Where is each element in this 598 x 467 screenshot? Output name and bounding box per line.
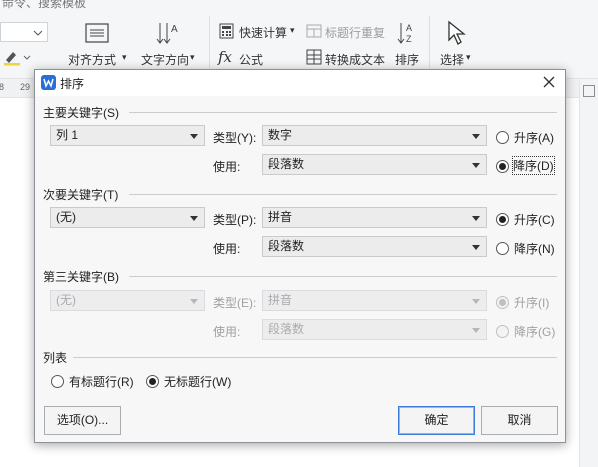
secondary-ascending-label[interactable]: 升序(C) <box>514 211 555 228</box>
text-direction-icon[interactable]: A <box>155 20 181 46</box>
no-header-radio[interactable] <box>146 375 159 388</box>
ruler-number: 29 <box>20 82 31 92</box>
secondary-use-value: 段落数 <box>268 239 305 253</box>
third-key-value: (无) <box>56 293 76 307</box>
quick-calc-icon[interactable] <box>219 23 235 39</box>
quick-calc-label[interactable]: 快速计算 <box>239 24 287 41</box>
primary-type-label: 类型(Y): <box>213 131 257 145</box>
primary-type-select[interactable]: 数字 <box>262 125 487 146</box>
primary-ascending-label[interactable]: 升序(A) <box>514 129 554 146</box>
third-use-select[interactable]: 段落数 <box>262 319 487 340</box>
dialog-titlebar[interactable]: 排序 <box>35 70 565 96</box>
repeat-header-label[interactable]: 标题行重复 <box>325 24 385 41</box>
convert-text-label[interactable]: 转换成文本 <box>325 51 385 68</box>
chevron-down-icon <box>190 216 198 221</box>
chevron-down-icon <box>472 245 480 250</box>
sort-label[interactable]: 排序 <box>395 51 419 68</box>
secondary-key-select[interactable]: (无) <box>50 207 205 228</box>
primary-use-value: 段落数 <box>268 157 305 171</box>
third-key-select[interactable]: (无) <box>50 290 205 311</box>
formula-icon[interactable]: fx <box>218 48 232 66</box>
third-use-label: 使用: <box>213 325 241 339</box>
ribbon-toolbar: 命令、搜索模板 对齐方式 ▾ A 文字方向 ▾ 快速计算 ▾ fx 公式 标题行… <box>0 0 598 79</box>
ruler-number: 8 <box>0 82 5 92</box>
select-cursor-icon[interactable] <box>446 20 468 46</box>
secondary-key-value: (无) <box>56 210 76 224</box>
chevron-down-icon: ▾ <box>466 52 471 62</box>
has-header-radio[interactable] <box>51 375 64 388</box>
chevron-down-icon: ▾ <box>122 52 127 62</box>
align-label[interactable]: 对齐方式 <box>68 51 116 68</box>
primary-type-value: 数字 <box>268 128 293 142</box>
sort-icon[interactable]: A Z <box>395 20 419 46</box>
secondary-descending-radio[interactable] <box>496 242 509 255</box>
has-header-label[interactable]: 有标题行(R) <box>69 373 134 390</box>
svg-text:A: A <box>171 24 178 35</box>
ribbon-divider <box>209 16 210 68</box>
chevron-down-icon <box>33 30 43 36</box>
group-divider <box>129 112 557 113</box>
third-type-select[interactable]: 拼音 <box>262 290 487 311</box>
highlight-pen-icon[interactable] <box>2 48 32 66</box>
secondary-use-select[interactable]: 段落数 <box>262 236 487 257</box>
third-ascending-radio[interactable] <box>496 296 509 309</box>
vertical-scrollbar[interactable] <box>579 79 598 467</box>
third-use-value: 段落数 <box>268 322 305 336</box>
cancel-button[interactable]: 取消 <box>481 406 558 435</box>
style-dropdown[interactable] <box>0 22 48 42</box>
chevron-down-icon <box>472 299 480 304</box>
third-ascending-label[interactable]: 升序(I) <box>514 294 549 311</box>
svg-text:Z: Z <box>406 34 412 44</box>
secondary-type-select[interactable]: 拼音 <box>262 207 487 228</box>
select-label[interactable]: 选择 <box>440 51 464 68</box>
chevron-down-icon: ▾ <box>190 52 195 62</box>
third-descending-radio[interactable] <box>496 325 509 338</box>
svg-text:A: A <box>406 23 412 33</box>
secondary-ascending-radio[interactable] <box>496 213 509 226</box>
primary-key-select[interactable]: 列 1 <box>50 125 205 146</box>
third-descending-label[interactable]: 降序(G) <box>514 323 555 340</box>
primary-use-label: 使用: <box>213 160 241 174</box>
third-type-value: 拼音 <box>268 293 293 307</box>
sort-dialog: 排序 主要关键字(S) 列 1 类型(Y): 数字 升序(A) 使用: 段落数 … <box>34 69 566 443</box>
chevron-down-icon <box>472 328 480 333</box>
primary-ascending-radio[interactable] <box>496 131 509 144</box>
primary-descending-label[interactable]: 降序(D) <box>512 156 555 175</box>
chevron-down-icon <box>472 163 480 168</box>
primary-key-group-label: 主要关键字(S) <box>43 106 119 120</box>
third-key-group-label: 第三关键字(B) <box>43 270 119 284</box>
chevron-down-icon <box>472 134 480 139</box>
options-button[interactable]: 选项(O)... <box>44 406 121 435</box>
search-hint-text: 命令、搜索模板 <box>2 0 87 10</box>
ok-button[interactable]: 确定 <box>398 406 475 435</box>
align-icon[interactable] <box>84 22 110 44</box>
list-group-label: 列表 <box>43 351 68 365</box>
wps-logo-icon <box>41 75 56 90</box>
scroll-up-button[interactable] <box>583 85 595 97</box>
primary-use-select[interactable]: 段落数 <box>262 154 487 175</box>
group-divider <box>129 194 557 195</box>
chevron-down-icon <box>190 299 198 304</box>
convert-text-icon[interactable] <box>306 49 322 65</box>
chevron-down-icon <box>472 216 480 221</box>
secondary-type-label: 类型(P): <box>213 213 257 227</box>
dialog-title: 排序 <box>60 77 85 91</box>
close-icon[interactable] <box>539 72 559 92</box>
formula-label[interactable]: 公式 <box>239 51 263 68</box>
group-divider <box>73 357 557 358</box>
primary-descending-radio[interactable] <box>496 160 509 173</box>
secondary-use-label: 使用: <box>213 242 241 256</box>
chevron-down-icon <box>190 134 198 139</box>
group-divider <box>129 276 557 277</box>
third-type-label: 类型(E): <box>213 296 257 310</box>
secondary-key-group-label: 次要关键字(T) <box>43 188 119 202</box>
no-header-label[interactable]: 无标题行(W) <box>164 373 231 390</box>
secondary-descending-label[interactable]: 降序(N) <box>514 240 555 257</box>
text-direction-label[interactable]: 文字方向 <box>141 51 189 68</box>
repeat-header-icon[interactable] <box>306 23 322 39</box>
chevron-down-icon: ▾ <box>290 25 295 35</box>
secondary-type-value: 拼音 <box>268 210 293 224</box>
ribbon-divider <box>429 16 430 68</box>
primary-key-value: 列 1 <box>56 128 79 142</box>
